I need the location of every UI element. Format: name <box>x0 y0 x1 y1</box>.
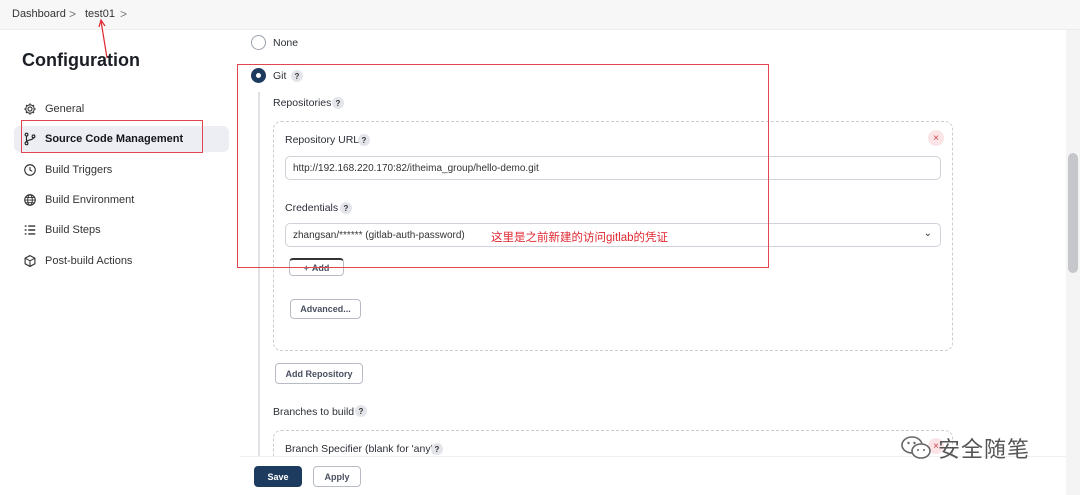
watermark-text: 安全随笔 <box>938 438 1031 463</box>
save-button[interactable]: Save <box>254 466 302 487</box>
sidebar-item-label: Build Triggers <box>45 164 113 176</box>
sidebar-item-general[interactable]: General <box>14 96 229 122</box>
sidebar-item-build-steps[interactable]: Build Steps <box>14 217 229 243</box>
branch-specifier-label: Branch Specifier (blank for 'any') <box>285 443 437 455</box>
watermark: 安全随笔 <box>900 432 1030 464</box>
breadcrumb-dashboard[interactable]: Dashboard <box>12 8 66 20</box>
sidebar-item-build-triggers[interactable]: Build Triggers <box>14 157 229 183</box>
apply-button[interactable]: Apply <box>313 466 361 487</box>
scrollbar-thumb[interactable] <box>1068 153 1078 273</box>
breadcrumb-separator: > <box>69 7 77 21</box>
advanced-button[interactable]: Advanced... <box>290 299 361 319</box>
add-repository-button[interactable]: Add Repository <box>275 363 363 384</box>
package-icon <box>22 253 38 269</box>
breadcrumb-bar <box>0 0 1080 30</box>
sidebar-item-label: Build Environment <box>45 194 135 206</box>
list-icon <box>22 222 38 238</box>
branches-to-build-label: Branches to build <box>273 406 355 418</box>
branch-specifier-help-icon[interactable]: ? <box>431 443 443 455</box>
remove-repository-icon[interactable]: × <box>928 130 944 146</box>
sidebar-item-build-environment[interactable]: Build Environment <box>14 187 229 213</box>
chevron-down-icon: ⌄ <box>923 228 932 239</box>
branches-help-icon[interactable]: ? <box>355 405 367 417</box>
breadcrumb-separator: > <box>120 7 128 21</box>
annotation-box-git <box>237 64 769 268</box>
sidebar-item-label: General <box>45 103 85 115</box>
gear-icon <box>22 101 38 117</box>
sidebar-item-label: Build Steps <box>45 224 101 236</box>
radio-none[interactable] <box>251 35 266 50</box>
annotation-box-sidebar <box>21 120 203 153</box>
globe-icon <box>22 192 38 208</box>
sidebar-item-post-build-actions[interactable]: Post-build Actions <box>14 248 229 274</box>
clock-icon <box>22 162 38 178</box>
wechat-logo-icon <box>901 436 931 459</box>
radio-none-label: None <box>273 37 299 49</box>
page-title: Configuration <box>22 50 140 70</box>
sidebar-item-label: Post-build Actions <box>45 255 133 267</box>
